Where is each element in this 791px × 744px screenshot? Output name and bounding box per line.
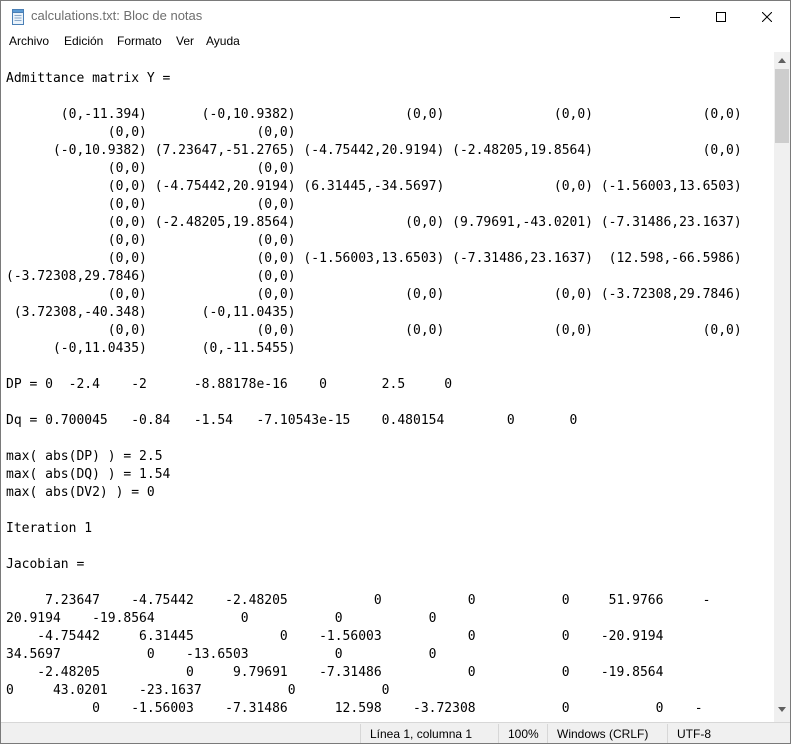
menu-ver[interactable]: Ver: [176, 34, 194, 48]
close-button[interactable]: [744, 1, 790, 32]
status-separator: [360, 724, 361, 743]
menu-archivo[interactable]: Archivo: [9, 34, 49, 48]
status-separator: [667, 724, 668, 743]
close-icon: [762, 11, 772, 22]
window-title: calculations.txt: Bloc de notas: [31, 8, 203, 23]
editor-text[interactable]: Admittance matrix Y = (0,-11.394) (-0,10…: [6, 70, 742, 718]
status-zoom: 100%: [508, 727, 539, 741]
menu-bar: Archivo Edición Formato Ver Ayuda: [1, 32, 790, 52]
maximize-button[interactable]: [698, 1, 744, 32]
minimize-button[interactable]: [652, 1, 698, 32]
text-editor[interactable]: Admittance matrix Y = (0,-11.394) (-0,10…: [1, 52, 774, 718]
status-cursor-position: Línea 1, columna 1: [370, 727, 473, 741]
status-bar: Línea 1, columna 1 100% Windows (CRLF) U…: [1, 722, 790, 743]
scroll-down-arrow-icon: [778, 707, 786, 712]
scroll-down-button[interactable]: [774, 701, 790, 718]
scrollbar-thumb[interactable]: [775, 69, 789, 143]
status-separator: [547, 724, 548, 743]
scroll-up-button[interactable]: [774, 52, 790, 69]
minimize-icon: [670, 16, 680, 18]
maximize-icon: [716, 11, 726, 22]
status-line-endings: Windows (CRLF): [557, 727, 649, 741]
status-separator: [498, 724, 499, 743]
status-encoding: UTF-8: [677, 727, 711, 741]
menu-ayuda[interactable]: Ayuda: [206, 34, 240, 48]
menu-edicion[interactable]: Edición: [64, 34, 103, 48]
vertical-scrollbar[interactable]: [774, 52, 790, 718]
notepad-window: calculations.txt: Bloc de notas Archivo …: [0, 0, 791, 744]
notepad-icon: [12, 9, 24, 25]
menu-formato[interactable]: Formato: [117, 34, 162, 48]
title-bar[interactable]: calculations.txt: Bloc de notas: [1, 1, 790, 32]
scroll-up-arrow-icon: [778, 58, 786, 63]
